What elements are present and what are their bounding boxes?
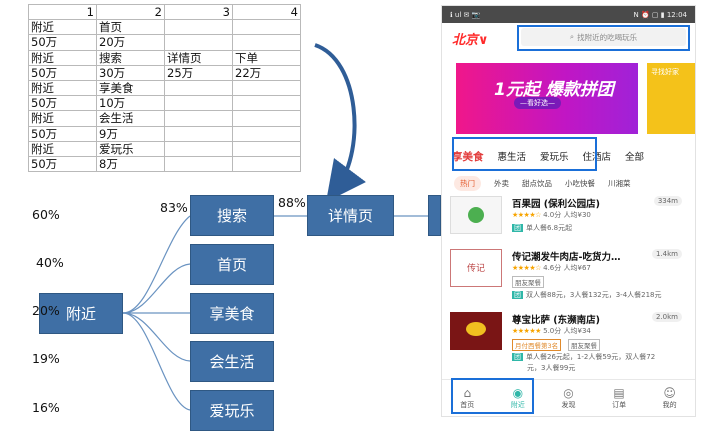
shop-tag: 月付西餐第3名 [512,339,562,351]
shop-logo-icon: 传记 [466,264,485,274]
connector-line [122,312,191,362]
shop-distance: 1.4km [651,249,682,259]
percent-label: 19% [32,351,60,366]
promo-banner[interactable]: 1元起 爆款拼团 —看好选— [456,63,638,134]
percent-label: 20% [32,303,60,318]
city-selector[interactable]: 北京∨ [452,29,489,48]
banner-subtitle: —看好选— [514,97,561,109]
status-left: ℹ ul ✉ 📷 [450,10,481,19]
shop-deal: 团单人餐6.8元起 [512,223,572,233]
status-right: N ⏰ ▢ ▮ 12:04 [633,10,688,19]
node-home: 首页 [190,244,274,285]
shop-rating: ★★★★☆ 4.6分 人均¥67 [512,263,591,273]
node-search: 搜索 [190,195,274,236]
rating-stars: ★★★★☆ [512,211,541,219]
shop-tag: 朋友聚餐 [568,339,600,351]
side-banner[interactable]: 寻找好家 [647,63,695,134]
filter-chips: 热门 外卖 甜点饮品 小吃快餐 川湘菜 [454,176,631,191]
rating-stars: ★★★★☆ [512,264,541,272]
shop-name: 尊宝比萨 (东濒南店) [512,315,600,326]
tab-discover[interactable]: ◎ 发现 [543,380,594,416]
percent-label: 40% [36,255,64,270]
tab-orders[interactable]: ▤ 订单 [594,380,645,416]
filter-chip[interactable]: 川湘菜 [608,178,631,189]
percent-label: 60% [32,207,60,222]
filter-chip[interactable]: 小吃快餐 [565,178,595,189]
discover-icon: ◎ [563,386,574,400]
avg-price: 人均¥67 [563,264,591,272]
shop-thumbnail [450,312,502,350]
node-food: 享美食 [190,293,274,334]
deal-text: 双人餐88元，3人餐132元，3-4人餐218元 [526,291,662,299]
shop-deal-continued: 元，3人餐99元 [527,364,576,372]
shop-name: 传记潮发牛肉店-吃货力… [512,252,621,263]
curved-arrow [314,43,366,203]
deal-icon: 团 [512,224,523,232]
avg-price: 人均¥34 [563,327,591,335]
shop-distance: 2.0km [651,312,682,322]
shop-rating: ★★★★★ 5.0分 人均¥34 [512,326,591,336]
category-tab[interactable]: 全部 [625,149,644,163]
percent-label: 16% [32,400,60,415]
shop-item[interactable]: 尊宝比萨 (东濒南店) 2.0km ★★★★★ 5.0分 人均¥34 月付西餐第… [450,312,690,374]
avg-price: 人均¥30 [563,211,591,219]
tab-label: 订单 [612,401,627,409]
rating-score: 4.0分 [543,211,562,219]
deal-icon: 团 [512,353,523,361]
shop-thumbnail [450,196,502,234]
filter-chip[interactable]: 甜点饮品 [522,178,552,189]
shop-name: 百果园 (保利公园店) [512,199,600,210]
connector-line [122,215,191,314]
filter-chip[interactable]: 热门 [454,176,481,191]
phone-screen: ℹ ul ✉ 📷 N ⏰ ▢ ▮ 12:04 北京∨ ⌕ 找附近的吃喝玩乐 1元… [441,5,696,417]
node-play: 爱玩乐 [190,390,274,431]
shop-item[interactable]: 百果园 (保利公园店) 334m ★★★★☆ 4.0分 人均¥30 团单人餐6.… [450,196,690,240]
shop-rating: ★★★★☆ 4.0分 人均¥30 [512,210,591,220]
shop-deal: 团双人餐88元，3人餐132元，3-4人餐218元 [512,290,662,300]
rating-score: 5.0分 [543,327,562,335]
node-detail: 详情页 [307,195,394,236]
connector-line [122,312,191,411]
highlight-categories [452,137,597,171]
percent-label-detail: 88% [278,195,306,210]
node-order-partial [428,195,441,236]
node-life: 会生活 [190,341,274,382]
rating-score: 4.6分 [543,264,562,272]
deal-text: 单人餐26元起，1-2人餐59元，双人餐72 [526,353,656,361]
filter-chip[interactable]: 外卖 [494,178,509,189]
tab-label: 我的 [662,401,677,409]
side-banner-text: 寻找好家 [651,68,679,76]
shop-item[interactable]: 传记 传记潮发牛肉店-吃货力… 1.4km ★★★★☆ 4.6分 人均¥67 朋… [450,249,690,305]
shop-logo-icon [466,322,486,336]
deal-text: 单人餐6.8元起 [526,224,573,232]
tab-label: 发现 [561,401,576,409]
connector-line [122,263,191,314]
percent-label-search: 83% [160,200,188,215]
profile-icon: ☺ [663,386,676,400]
shop-tag: 朋友聚餐 [512,276,544,288]
status-bar: ℹ ul ✉ 📷 N ⏰ ▢ ▮ 12:04 [442,6,695,23]
highlight-search [517,25,690,51]
shop-distance: 334m [653,196,682,206]
shop-thumbnail: 传记 [450,249,502,287]
shop-logo-icon [468,207,484,223]
highlight-tabbar [451,378,534,414]
rating-stars: ★★★★★ [512,327,541,335]
order-icon: ▤ [613,386,625,400]
tab-profile[interactable]: ☺ 我的 [644,380,695,416]
deal-icon: 团 [512,291,523,299]
shop-deal: 团单人餐26元起，1-2人餐59元，双人餐72 [512,352,655,362]
